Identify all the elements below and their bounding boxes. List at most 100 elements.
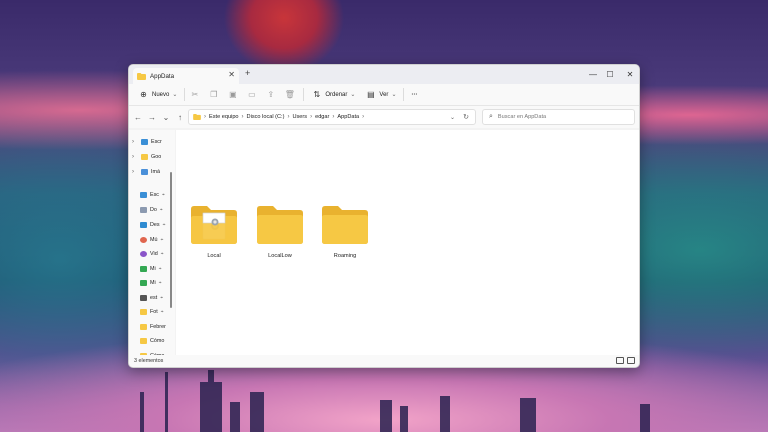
expand-chevron-icon[interactable]: › [132,169,138,175]
paste-icon[interactable]: ▣ [227,89,238,100]
recent-chevron-icon[interactable]: ⌄ [159,113,173,122]
navigation-bar: ← → ⌄ ↑ › Este equipo › Disco local (C:)… [129,106,639,128]
sidebar-item[interactable]: Fot ⌖ [132,306,174,318]
view-button-label: Ver [379,91,389,98]
details-view-icon[interactable] [616,357,624,364]
folder-name: Local [207,253,221,259]
sidebar-item[interactable]: est ⌖ [132,292,174,304]
sidebar-item[interactable]: Mi ⌖ [132,263,174,275]
chevron-down-icon: ⌄ [391,92,397,98]
toolbar-divider [303,88,305,101]
file-list-area: Local LocalLow Roaming [176,130,639,356]
sidebar-item-label: Mi [150,280,156,286]
sidebar-item[interactable]: Do ⌖ [132,204,174,216]
rename-icon[interactable]: ▭ [246,89,257,100]
chevron-right-icon: › [332,114,335,120]
new-button[interactable]: ⊕ Nuevo ⌄ [135,88,180,102]
sidebar-item[interactable]: Vid ⌖ [132,248,174,260]
videos-icon [140,251,147,257]
sidebar-item[interactable]: Febrer [132,321,174,333]
tab-title: AppData [150,72,175,80]
share-icon[interactable]: ⇪ [265,89,276,100]
address-bar[interactable]: › Este equipo › Disco local (C:) › Users… [188,109,476,125]
breadcrumb-edgar[interactable]: edgar [315,114,329,120]
search-box[interactable]: ⌕ Buscar en AppData [482,109,635,125]
pictures-icon [141,169,148,175]
chevron-down-icon: ⌄ [172,92,178,98]
sidebar-item[interactable]: Des ⌖ [132,219,174,231]
folder-icon [140,324,147,330]
sidebar-item-label: Escr [151,139,162,145]
view-icon: ▤ [367,90,375,99]
sidebar-item-label: Cómo [150,338,165,344]
folder-name: Roaming [333,253,357,259]
address-dropdown-icon[interactable]: ⌄ [450,114,455,121]
music-icon [140,237,147,243]
maximize-button[interactable]: ☐ [600,67,620,81]
sidebar-item[interactable]: Mú ⌖ [132,234,174,246]
cut-icon[interactable]: ✂ [189,89,200,100]
delete-icon[interactable]: 🗑 [284,89,295,100]
copy-icon[interactable]: ❐ [208,89,219,100]
back-arrow-icon[interactable]: ← [131,113,145,122]
pin-icon: ⌖ [160,295,164,301]
sidebar-item-label: Esc [150,192,159,198]
folder-icon [140,309,147,315]
expand-chevron-icon[interactable]: › [132,154,138,160]
view-button[interactable]: ▤ Ver ⌄ [362,88,399,102]
wallpaper-skyline [140,370,650,432]
folder-name: LocalLow [268,253,292,259]
chevron-down-icon: ⌄ [350,92,356,98]
sidebar-item[interactable]: › Imá [132,166,174,178]
folder-item[interactable]: Local [188,205,240,259]
pin-icon: ⌖ [160,237,164,243]
sidebar-item-label: est [150,295,158,301]
expand-chevron-icon[interactable]: › [132,139,138,145]
sidebar-item[interactable]: › Escr [132,136,174,148]
forward-arrow-icon[interactable]: → [145,113,159,122]
status-bar: 3 elementos [129,355,639,367]
file-explorer-window: AppData ✕ + — ☐ ✕ ⊕ Nuevo ⌄ ✂ ❐ ▣ ▭ ⇪ 🗑 … [128,64,640,368]
sidebar-scrollbar[interactable] [170,172,172,308]
refresh-icon[interactable]: ↻ [463,113,469,121]
sort-button[interactable]: ⇅ Ordenar ⌄ [308,88,358,102]
downloads-icon [140,222,147,228]
sort-button-label: Ordenar [325,91,348,98]
sidebar-item-label: Imá [151,169,160,175]
chevron-right-icon: › [204,114,206,120]
sidebar-item[interactable]: Mi ⌖ [132,277,174,289]
sidebar-item[interactable]: Cómo [132,335,174,347]
new-tab-button[interactable]: + [245,68,250,78]
pin-icon: ⌖ [160,251,164,257]
chevron-right-icon: › [362,114,365,120]
folder-icon [141,154,148,160]
chevron-right-icon: › [287,114,290,120]
close-window-button[interactable]: ✕ [620,67,639,81]
breadcrumb-disco-local[interactable]: Disco local (C:) [247,114,285,120]
breadcrumb-appdata[interactable]: AppData [337,114,359,120]
tab-appdata[interactable]: AppData ✕ [133,68,239,84]
up-arrow-icon[interactable]: ↑ [173,113,187,122]
new-button-label: Nuevo [152,91,170,98]
sidebar-item-label: Goo [151,154,162,160]
sidebar-item[interactable]: Esc ⌖ [132,189,174,201]
sidebar-item-label: Febrer [150,324,166,330]
pin-icon: ⌖ [162,192,165,198]
pin-icon: ⌖ [160,309,164,315]
toolbar-divider [403,88,405,101]
folder-item[interactable]: LocalLow [254,205,306,259]
sidebar-item-label: Fot [150,309,158,315]
tab-close-button[interactable]: ✕ [228,70,235,79]
folder-icon [322,206,368,244]
chevron-right-icon: › [310,114,313,120]
sidebar-item[interactable]: › Goo [132,151,174,163]
title-bar: AppData ✕ + — ☐ ✕ [129,65,639,84]
breadcrumb-users[interactable]: Users [292,114,307,120]
more-options-button[interactable]: ··· [408,88,420,102]
breadcrumb-este-equipo[interactable]: Este equipo [209,114,239,120]
documents-icon [140,207,147,213]
folder-with-file-icon [191,206,237,244]
tiles-view-icon[interactable] [627,357,635,364]
folder-item[interactable]: Roaming [319,205,371,259]
folder-icon [140,338,147,344]
